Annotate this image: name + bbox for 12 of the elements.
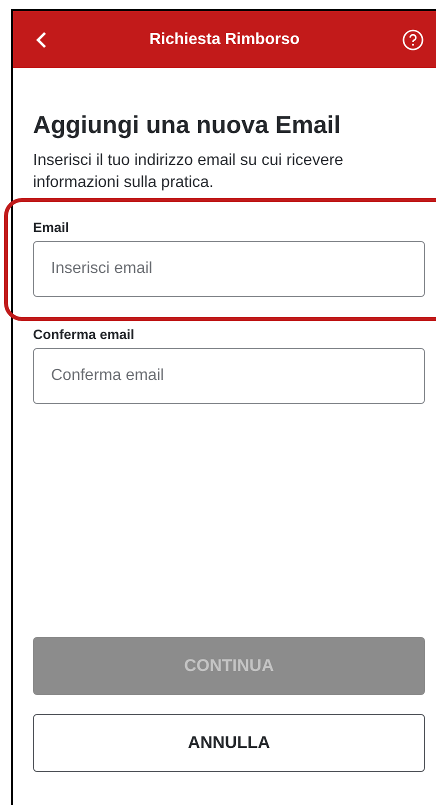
help-icon <box>402 28 424 50</box>
help-button[interactable] <box>402 28 424 50</box>
cancel-button[interactable]: ANNULLA <box>33 714 425 772</box>
email-input-field[interactable]: Inserisci email <box>33 241 425 297</box>
chevron-left-icon <box>35 30 47 48</box>
back-button[interactable] <box>35 30 47 48</box>
page-heading: Aggiungi una nuova Email <box>33 112 342 140</box>
field-label: Conferma email <box>33 327 136 342</box>
description-text: Inserisci il tuo indirizzo email su cui ricevere informazioni sulla pratica. <box>33 151 344 193</box>
header-title: Richiesta Rimborso <box>149 30 300 48</box>
email-input-field[interactable]: Conferma email <box>33 348 425 404</box>
field-label: Email <box>33 220 70 235</box>
